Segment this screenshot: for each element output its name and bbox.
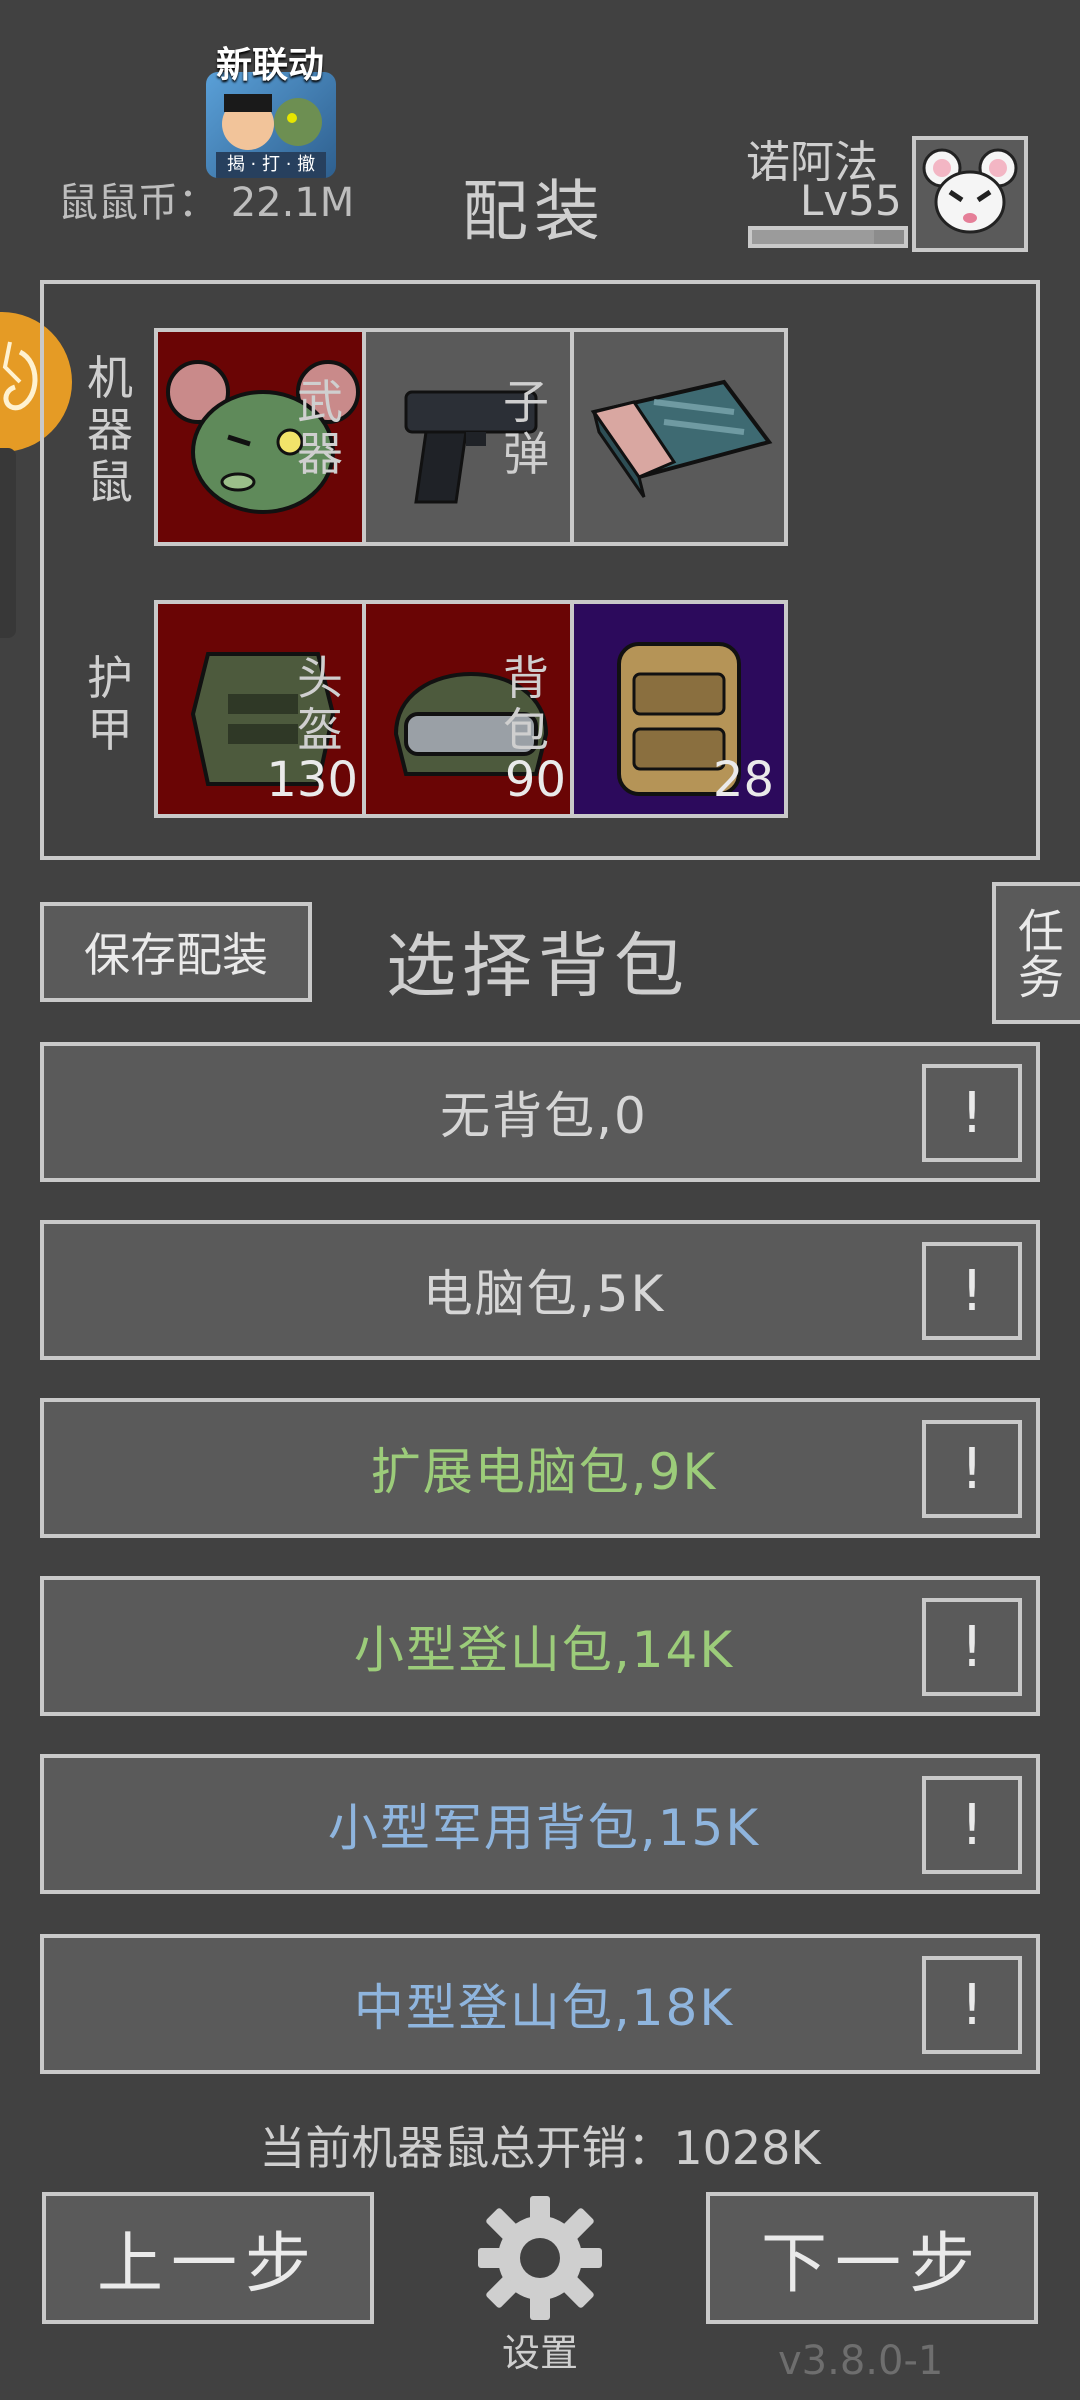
coin-balance: 鼠鼠币： 22.1M	[58, 170, 354, 228]
coin-label: 鼠鼠币：	[58, 180, 218, 226]
slot-label-ammo: 子弹	[503, 375, 549, 481]
coin-value: 22.1M	[230, 180, 355, 226]
backpack-option-small-hiking[interactable]: 小型登山包,14K !	[40, 1576, 1040, 1716]
previous-step-button[interactable]: 上一步	[42, 2192, 374, 2324]
backpack-option-medium-hiking[interactable]: 中型登山包,18K !	[40, 1934, 1040, 2074]
info-button[interactable]: !	[922, 1956, 1022, 2054]
armor-value: 130	[266, 752, 358, 808]
version-label: v3.8.0-1	[778, 2338, 944, 2384]
xp-progress-fill	[752, 230, 874, 244]
info-button[interactable]: !	[922, 1242, 1022, 1340]
player-level: Lv55	[800, 176, 902, 225]
gear-icon	[478, 2196, 602, 2320]
next-step-button[interactable]: 下一步	[706, 2192, 1038, 2324]
player-avatar[interactable]	[912, 136, 1028, 252]
slot-label-backpack: 背包	[503, 651, 549, 757]
slot-label-robot-rat: 机器鼠	[87, 351, 133, 509]
page-title: 配装	[462, 173, 606, 250]
settings-label: 设置	[501, 2331, 578, 2375]
slot-backpack[interactable]: 28	[570, 600, 788, 818]
info-button[interactable]: !	[922, 1420, 1022, 1518]
side-handle[interactable]	[0, 448, 16, 638]
backpack-option-small-military[interactable]: 小型军用背包,15K !	[40, 1754, 1040, 1894]
option-label: 小型军用背包,15K	[327, 1799, 761, 1857]
settings-button[interactable]	[474, 2192, 606, 2324]
option-label: 无背包,0	[440, 1087, 648, 1145]
info-button[interactable]: !	[922, 1598, 1022, 1696]
option-label: 电脑包,5K	[422, 1265, 666, 1323]
white-mouse-icon	[922, 148, 1018, 234]
total-cost-text: 当前机器鼠总开销：1028K	[259, 2121, 821, 2175]
backpack-option-extended-laptop[interactable]: 扩展电脑包,9K !	[40, 1398, 1040, 1538]
task-button[interactable]: 任务	[992, 882, 1080, 1024]
option-label: 中型登山包,18K	[353, 1979, 735, 2037]
ammo-box-icon	[590, 379, 773, 498]
backpack-value: 28	[712, 752, 774, 808]
option-label: 扩展电脑包,9K	[370, 1443, 718, 1501]
slot-ammo[interactable]	[570, 328, 788, 546]
select-backpack-title: 选择背包	[386, 925, 690, 1007]
helmet-value: 90	[504, 752, 566, 808]
xp-progress-bar	[748, 226, 908, 248]
option-label: 小型登山包,14K	[353, 1621, 735, 1679]
info-button[interactable]: !	[922, 1064, 1022, 1162]
save-loadout-button[interactable]: 保存配装	[40, 902, 312, 1002]
slot-label-weapon: 武器	[297, 375, 343, 481]
loadout-panel: 机器鼠 武器 子弹 护甲 130 头盔 90 背包 28	[40, 280, 1040, 860]
info-button[interactable]: !	[922, 1776, 1022, 1874]
backpack-option-none[interactable]: 无背包,0 !	[40, 1042, 1040, 1182]
slot-label-helmet: 头盔	[297, 651, 343, 757]
slot-label-armor: 护甲	[87, 651, 133, 757]
event-title: 新联动	[215, 45, 324, 86]
backpack-option-laptop[interactable]: 电脑包,5K !	[40, 1220, 1040, 1360]
